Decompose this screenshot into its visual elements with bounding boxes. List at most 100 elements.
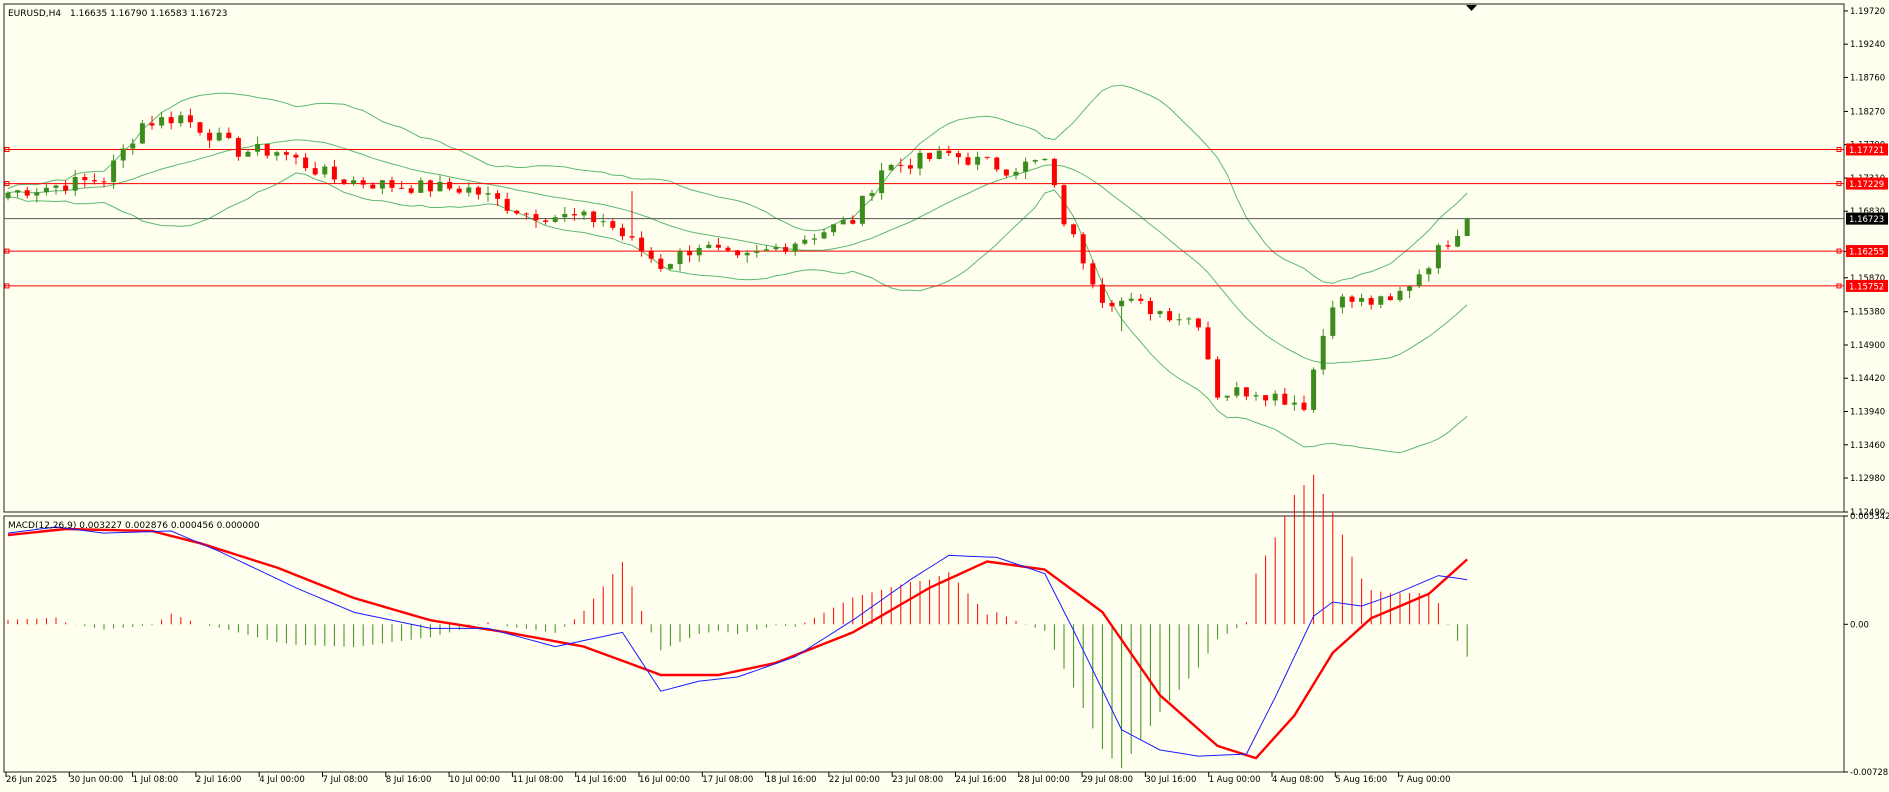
candle-body [879, 170, 885, 194]
candle-body [1023, 161, 1029, 172]
time-tick-label: 1 Aug 00:00 [1209, 775, 1261, 785]
candle-body [619, 227, 625, 237]
level-price-tag-text: 1.17721 [1849, 146, 1884, 156]
candle-body [639, 237, 645, 252]
candle-body [303, 157, 309, 169]
candle-body [1051, 158, 1057, 186]
current-price-tag-text: 1.16723 [1849, 215, 1884, 225]
candle-body [735, 250, 741, 256]
candle-body [965, 157, 971, 165]
candle-body [1311, 369, 1317, 410]
time-tick-label: 5 Aug 16:00 [1335, 775, 1387, 785]
candle-body [591, 211, 597, 223]
candle-body [1215, 359, 1221, 398]
candle-body [322, 166, 328, 175]
candle-body [1195, 318, 1201, 328]
candle-body [1445, 245, 1451, 247]
time-tick-label: 7 Aug 00:00 [1399, 775, 1451, 785]
candle-body [312, 168, 318, 175]
candle-body [418, 180, 424, 193]
candle-body [1234, 387, 1240, 396]
time-tick-label: 28 Jul 00:00 [1019, 775, 1070, 785]
time-tick-label: 23 Jul 08:00 [892, 775, 943, 785]
candle-body [197, 122, 203, 133]
candle-body [514, 210, 520, 214]
time-tick-label: 22 Jul 00:00 [829, 775, 880, 785]
candle-body [1330, 307, 1336, 336]
time-tick-label: 29 Jul 08:00 [1082, 775, 1133, 785]
candle-body [1243, 387, 1249, 397]
candle-body [1263, 395, 1269, 401]
candle-body [63, 185, 69, 191]
candle-body [293, 154, 299, 158]
time-tick-label: 30 Jun 00:00 [69, 775, 123, 785]
candle-body [255, 143, 261, 152]
candle-body [111, 160, 117, 182]
level-price-tag-text: 1.17229 [1849, 180, 1884, 190]
price-tick-label: 1.15380 [1850, 308, 1885, 318]
candle-body [1320, 335, 1326, 370]
candle-body [1435, 245, 1441, 269]
candle-body [15, 190, 21, 193]
candle-body [1013, 171, 1019, 176]
candle-body [552, 217, 558, 222]
candle-body [1032, 160, 1038, 162]
candle-body [869, 193, 875, 196]
candle-body [1061, 185, 1067, 225]
candle-body [754, 251, 760, 253]
candle-body [677, 251, 683, 265]
terminal-background [0, 0, 1889, 792]
candle-body [427, 180, 433, 192]
candle-body [360, 180, 366, 185]
candle-body [1359, 298, 1365, 302]
candle-body [1080, 234, 1086, 264]
candle-body [178, 115, 184, 124]
candle-body [725, 247, 731, 251]
candle-body [783, 247, 789, 252]
time-tick-label: 16 Jul 00:00 [639, 775, 690, 785]
candle-body [600, 221, 606, 223]
candle-body [696, 247, 702, 256]
candle-body [53, 185, 59, 188]
candle-body [715, 244, 721, 248]
candle-body [351, 180, 357, 184]
candle-body [168, 117, 174, 124]
candle-body [821, 232, 827, 239]
macd-tick-label: 0.00 [1850, 620, 1869, 630]
candle-body [1291, 402, 1297, 405]
candle-body [1186, 318, 1192, 320]
price-tick-label: 1.13940 [1850, 408, 1885, 418]
time-tick-label: 4 Aug 08:00 [1272, 775, 1324, 785]
candle-body [1157, 311, 1163, 314]
candle-body [936, 150, 942, 160]
price-tick-label: 1.13460 [1850, 441, 1885, 451]
candle-body [72, 177, 78, 191]
candle-body [543, 220, 549, 222]
candle-body [706, 244, 712, 248]
time-tick-label: 14 Jul 16:00 [576, 775, 627, 785]
candle-body [571, 214, 577, 216]
candle-body [1387, 296, 1393, 301]
candle-body [389, 180, 395, 188]
candle-body [898, 164, 904, 166]
candle-body [399, 187, 405, 189]
candle-body [5, 192, 11, 199]
candle-body [235, 137, 241, 157]
candle-body [1426, 268, 1432, 275]
candle-body [331, 166, 337, 180]
candle-body [955, 153, 961, 158]
time-tick-label: 1 Jul 08:00 [133, 775, 179, 785]
candle-body [274, 152, 280, 156]
candle-body [946, 150, 952, 154]
candle-body [1071, 224, 1077, 235]
ohlc-readout: 1.16635 1.16790 1.16583 1.16723 [70, 9, 227, 19]
candle-body [917, 152, 923, 169]
candle-body [667, 264, 673, 269]
candle-body [533, 214, 539, 221]
time-tick-label: 7 Jul 08:00 [323, 775, 369, 785]
time-tick-label: 26 Jun 2025 [6, 775, 57, 785]
candle-body [523, 213, 529, 215]
candle-body [1099, 284, 1105, 303]
candle-body [485, 193, 491, 195]
candle-body [216, 132, 222, 141]
